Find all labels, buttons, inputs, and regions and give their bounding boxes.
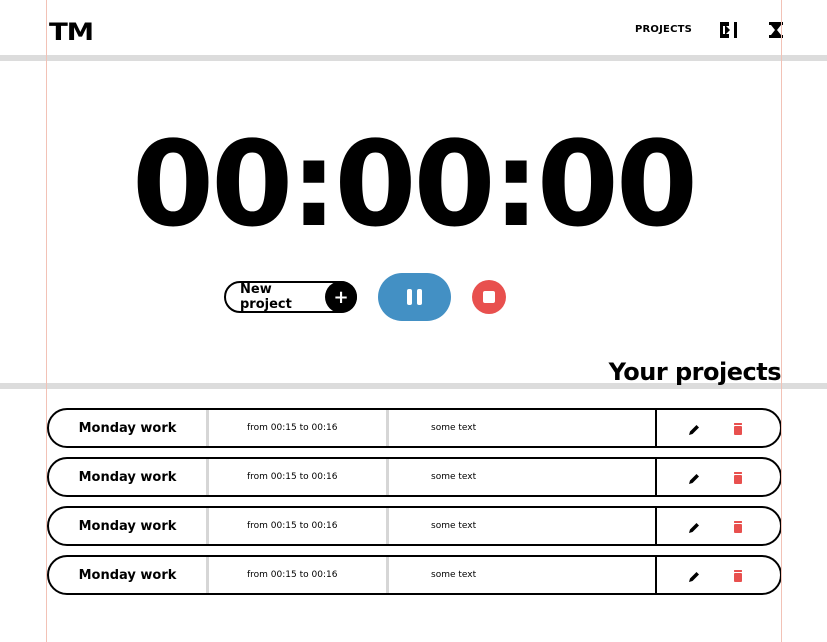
project-note: some text — [389, 410, 657, 446]
header-divider — [0, 55, 827, 61]
new-project-button[interactable]: New project + — [224, 281, 357, 313]
project-name: Monday work — [49, 508, 209, 544]
project-list: Monday work from 00:15 to 00:16 some tex… — [47, 408, 782, 604]
project-row[interactable]: Monday work from 00:15 to 00:16 some tex… — [47, 457, 782, 497]
your-projects-heading: Your projects — [608, 358, 782, 386]
stop-button[interactable] — [472, 280, 506, 314]
layout-guide-right — [781, 0, 782, 642]
row-actions — [657, 459, 780, 495]
app-logo[interactable]: TM — [49, 18, 94, 46]
project-row[interactable]: Monday work from 00:15 to 00:16 some tex… — [47, 555, 782, 595]
project-note: some text — [389, 557, 657, 593]
layout-guide-left — [46, 0, 47, 642]
project-note: some text — [389, 508, 657, 544]
timer-display: 00:00:00 — [131, 115, 698, 253]
pencil-icon[interactable] — [687, 570, 701, 584]
project-name: Monday work — [49, 557, 209, 593]
nav-projects-link[interactable]: PROJECTS — [635, 24, 692, 35]
plus-icon: + — [325, 281, 357, 313]
project-name: Monday work — [49, 410, 209, 446]
project-note: some text — [389, 459, 657, 495]
new-project-label: New project — [240, 282, 292, 312]
pause-button[interactable] — [378, 273, 451, 321]
trash-icon[interactable] — [731, 569, 745, 583]
row-actions — [657, 557, 780, 593]
pencil-icon[interactable] — [687, 472, 701, 486]
logout-icon[interactable] — [719, 20, 739, 40]
trash-icon[interactable] — [731, 422, 745, 436]
trash-icon[interactable] — [731, 471, 745, 485]
project-row[interactable]: Monday work from 00:15 to 00:16 some tex… — [47, 506, 782, 546]
project-time-range: from 00:15 to 00:16 — [209, 508, 389, 544]
project-time-range: from 00:15 to 00:16 — [209, 557, 389, 593]
trash-icon[interactable] — [731, 520, 745, 534]
pencil-icon[interactable] — [687, 423, 701, 437]
row-actions — [657, 410, 780, 446]
project-time-range: from 00:15 to 00:16 — [209, 459, 389, 495]
hourglass-icon[interactable] — [766, 20, 786, 40]
pencil-icon[interactable] — [687, 521, 701, 535]
project-row[interactable]: Monday work from 00:15 to 00:16 some tex… — [47, 408, 782, 448]
pause-icon-bar — [417, 289, 422, 305]
project-name: Monday work — [49, 459, 209, 495]
row-actions — [657, 508, 780, 544]
project-time-range: from 00:15 to 00:16 — [209, 410, 389, 446]
stop-icon — [483, 291, 495, 303]
pause-icon — [407, 289, 412, 305]
